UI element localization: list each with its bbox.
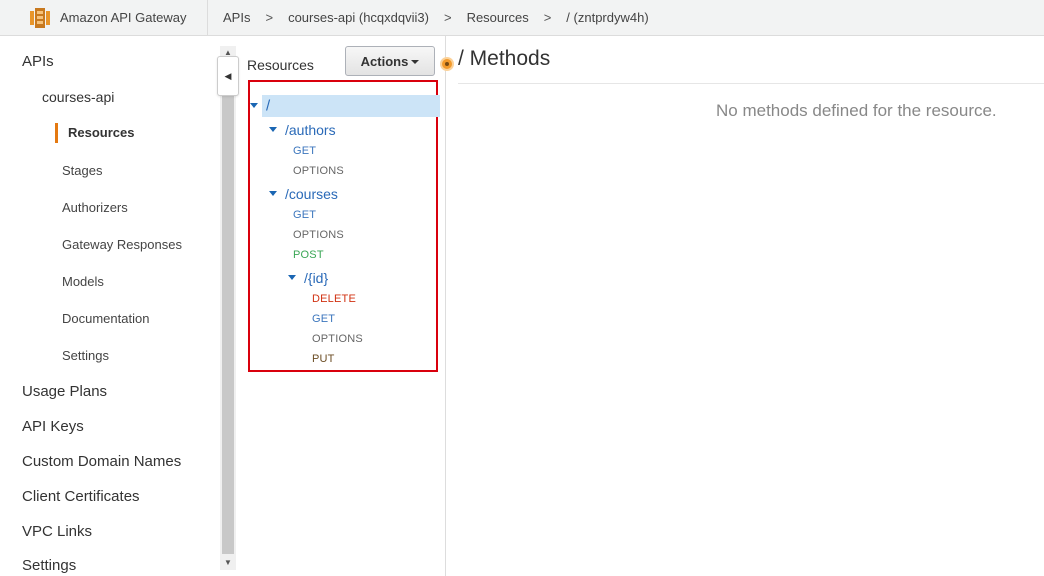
- nav-api-settings[interactable]: Settings: [62, 348, 109, 363]
- nav-usage-plans[interactable]: Usage Plans: [22, 383, 107, 400]
- tree-node-authors[interactable]: /authors: [269, 121, 336, 139]
- nav-scrollbar[interactable]: ▲ ▼: [220, 46, 236, 570]
- left-nav: APIs courses-api Resources Stages Author…: [0, 36, 220, 576]
- actions-label: Actions: [360, 53, 409, 69]
- method-courses-post[interactable]: POST: [293, 249, 324, 261]
- nav-resources[interactable]: Resources: [55, 123, 134, 143]
- collapse-nav-button[interactable]: ◀: [217, 56, 239, 96]
- tree-node-root[interactable]: /: [250, 97, 270, 115]
- actions-button[interactable]: Actions: [345, 46, 435, 76]
- scroll-thumb[interactable]: [222, 62, 234, 554]
- caret-down-icon: [411, 60, 420, 64]
- nav-settings[interactable]: Settings: [22, 557, 76, 574]
- chevron-left-icon: ◀: [224, 70, 232, 81]
- nav-apis[interactable]: APIs: [22, 53, 54, 70]
- tree-node-id[interactable]: /{id}: [288, 269, 328, 287]
- nav-api-courses[interactable]: courses-api: [42, 89, 114, 105]
- nav-authorizers[interactable]: Authorizers: [62, 200, 128, 215]
- breadcrumb-apis[interactable]: APIs: [223, 10, 250, 25]
- method-id-delete[interactable]: DELETE: [312, 293, 356, 305]
- breadcrumb-separator: >: [443, 10, 452, 25]
- nav-gateway-responses[interactable]: Gateway Responses: [62, 237, 182, 252]
- expand-triangle-icon: [250, 103, 258, 109]
- page-title: / Methods: [458, 47, 551, 70]
- panel-resize-handle[interactable]: [440, 57, 454, 71]
- resources-title: Resources: [247, 57, 314, 73]
- scroll-down-arrow-icon[interactable]: ▼: [220, 556, 236, 570]
- method-courses-options[interactable]: OPTIONS: [293, 229, 344, 241]
- nav-models[interactable]: Models: [62, 274, 104, 289]
- expand-triangle-icon: [288, 275, 296, 281]
- api-gateway-logo-icon: [28, 6, 52, 30]
- brand[interactable]: Amazon API Gateway: [0, 0, 208, 36]
- breadcrumb-resources[interactable]: Resources: [467, 10, 529, 25]
- breadcrumb-api[interactable]: courses-api (hcqxdqvii3): [288, 10, 429, 25]
- method-id-put[interactable]: PUT: [312, 353, 335, 365]
- breadcrumb-separator: >: [265, 10, 274, 25]
- resources-panel: Resources Actions: [238, 36, 446, 576]
- nav-custom-domain-names[interactable]: Custom Domain Names: [22, 453, 181, 470]
- tree-root-selected[interactable]: [262, 95, 440, 117]
- method-id-get[interactable]: GET: [312, 313, 335, 325]
- title-divider: [458, 83, 1044, 84]
- top-bar: Amazon API Gateway APIs > courses-api (h…: [0, 0, 1044, 36]
- breadcrumb-separator: >: [543, 10, 552, 25]
- brand-name: Amazon API Gateway: [60, 10, 187, 25]
- tree-node-courses[interactable]: /courses: [269, 185, 338, 203]
- method-id-options[interactable]: OPTIONS: [312, 333, 363, 345]
- expand-triangle-icon: [269, 191, 277, 197]
- breadcrumb: APIs > courses-api (hcqxdqvii3) > Resour…: [208, 10, 649, 25]
- empty-state-message: No methods defined for the resource.: [716, 101, 997, 120]
- expand-triangle-icon: [269, 127, 277, 133]
- method-authors-options[interactable]: OPTIONS: [293, 165, 344, 177]
- method-courses-get[interactable]: GET: [293, 209, 316, 221]
- breadcrumb-current-resource: / (zntprdyw4h): [566, 10, 649, 25]
- method-authors-get[interactable]: GET: [293, 145, 316, 157]
- nav-stages[interactable]: Stages: [62, 163, 102, 178]
- nav-api-keys[interactable]: API Keys: [22, 418, 84, 435]
- nav-documentation[interactable]: Documentation: [62, 311, 149, 326]
- nav-client-certificates[interactable]: Client Certificates: [22, 488, 140, 505]
- nav-vpc-links[interactable]: VPC Links: [22, 523, 92, 540]
